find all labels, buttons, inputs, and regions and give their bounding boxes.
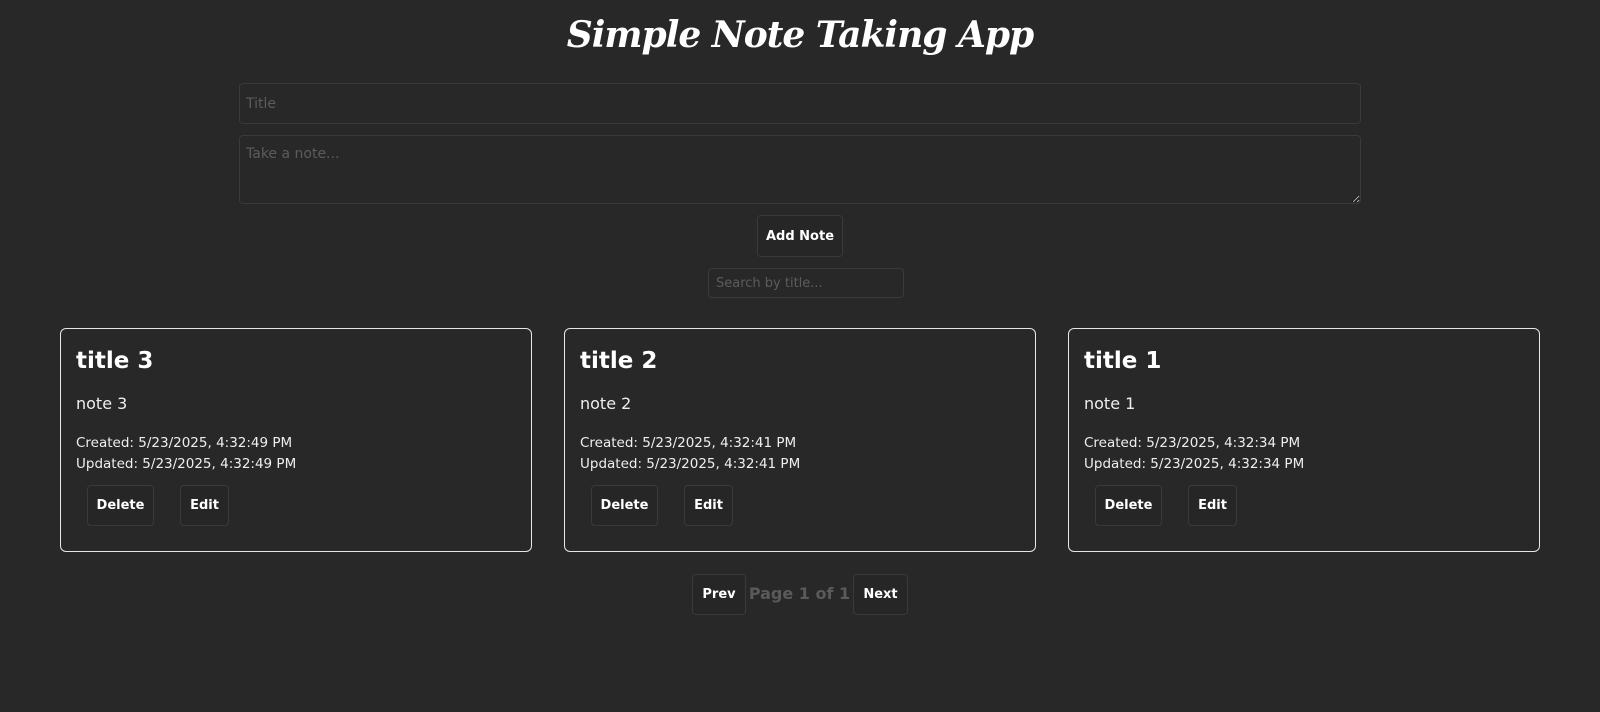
note-created: Created: 5/23/2025, 4:32:41 PM (580, 435, 797, 451)
title-input[interactable] (239, 83, 1361, 124)
page-title: Simple Note Taking App (566, 14, 1034, 56)
prev-page-button[interactable]: Prev (692, 574, 746, 615)
note-card: title 3 note 3 Created: 5/23/2025, 4:32:… (60, 328, 532, 552)
note-body: note 1 (1084, 394, 1136, 413)
note-title: title 2 (580, 348, 658, 374)
delete-button[interactable]: Delete (87, 485, 154, 526)
app-root: Simple Note Taking App Add Note title 3 … (0, 0, 1600, 712)
note-created: Created: 5/23/2025, 4:32:34 PM (1084, 435, 1301, 451)
note-updated: Updated: 5/23/2025, 4:32:34 PM (1084, 456, 1305, 472)
note-body: note 3 (76, 394, 128, 413)
notes-grid: title 3 note 3 Created: 5/23/2025, 4:32:… (60, 328, 1541, 552)
search-input[interactable] (708, 268, 904, 298)
note-title: title 1 (1084, 348, 1162, 374)
note-updated: Updated: 5/23/2025, 4:32:41 PM (580, 456, 801, 472)
note-card: title 2 note 2 Created: 5/23/2025, 4:32:… (564, 328, 1036, 552)
add-note-button[interactable]: Add Note (757, 215, 843, 257)
note-textarea[interactable] (239, 135, 1361, 204)
next-page-button[interactable]: Next (853, 574, 908, 615)
note-card: title 1 note 1 Created: 5/23/2025, 4:32:… (1068, 328, 1540, 552)
delete-button[interactable]: Delete (591, 485, 658, 526)
note-title: title 3 (76, 348, 154, 374)
edit-button[interactable]: Edit (684, 485, 733, 526)
note-updated: Updated: 5/23/2025, 4:32:49 PM (76, 456, 297, 472)
note-body: note 2 (580, 394, 632, 413)
delete-button[interactable]: Delete (1095, 485, 1162, 526)
note-created: Created: 5/23/2025, 4:32:49 PM (76, 435, 293, 451)
edit-button[interactable]: Edit (1188, 485, 1237, 526)
edit-button[interactable]: Edit (180, 485, 229, 526)
page-indicator: Page 1 of 1 (748, 584, 851, 603)
